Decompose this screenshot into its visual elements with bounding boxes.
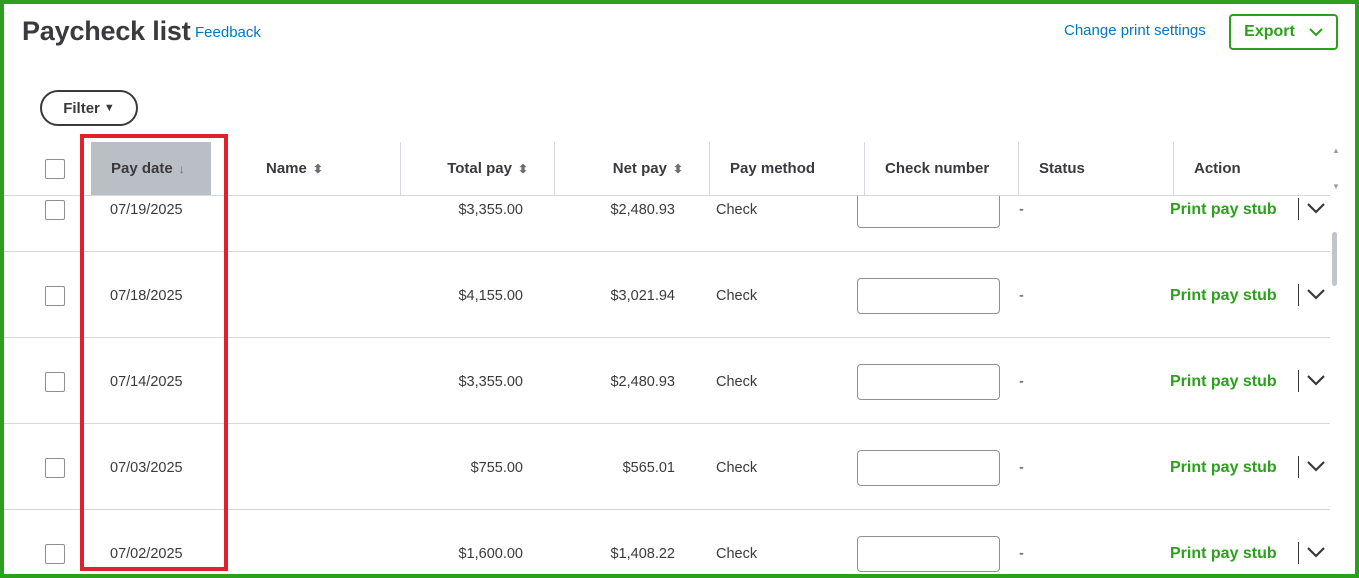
row-checkbox[interactable] [45, 372, 65, 392]
name-header-label: Name [266, 160, 307, 177]
pay-date-header-label: Pay date [111, 160, 173, 177]
pay-date-cell: 07/18/2025 [110, 288, 183, 304]
pay-method-cell: Check [716, 546, 758, 562]
export-label: Export [1244, 23, 1295, 40]
pay-method-cell: Check [716, 288, 758, 304]
sort-toggle-icon: ⬍ [517, 161, 528, 176]
chevron-down-icon[interactable] [1307, 547, 1325, 558]
total-pay-cell: $755.00 [470, 460, 523, 476]
pay-method-header-label: Pay method [730, 160, 816, 177]
status-header-label: Status [1039, 160, 1085, 177]
table-row: 07/03/2025 $755.00 $565.01 Check - Print… [0, 424, 1330, 510]
column-header-net-pay[interactable]: Net pay ⬍ [555, 142, 710, 195]
total-pay-cell: $3,355.00 [458, 374, 523, 390]
check-number-header-label: Check number [885, 160, 990, 177]
total-pay-cell: $1,600.00 [458, 546, 523, 562]
chevron-down-icon[interactable] [1307, 375, 1325, 386]
chevron-down-icon[interactable] [1307, 203, 1325, 214]
row-checkbox[interactable] [45, 286, 65, 306]
total-pay-cell: $4,155.00 [458, 288, 523, 304]
net-pay-header-label: Net pay [612, 160, 667, 177]
row-checkbox[interactable] [45, 200, 65, 220]
table-row: 07/02/2025 $1,600.00 $1,408.22 Check - P… [0, 510, 1330, 578]
net-pay-cell: $2,480.93 [610, 374, 675, 390]
print-pay-stub-link[interactable]: Print pay stub [1170, 459, 1277, 477]
table-row: 07/19/2025 $3,355.00 $2,480.93 Check - P… [0, 196, 1330, 252]
net-pay-cell: $2,480.93 [610, 202, 675, 218]
status-cell: - [1019, 288, 1024, 304]
table-row: 07/14/2025 $3,355.00 $2,480.93 Check - P… [0, 338, 1330, 424]
scroll-up-icon[interactable]: ▲ [1330, 146, 1342, 155]
status-cell: - [1019, 202, 1024, 218]
total-pay-cell: $3,355.00 [458, 202, 523, 218]
pay-date-cell: 07/19/2025 [110, 202, 183, 218]
pay-date-cell: 07/02/2025 [110, 546, 183, 562]
net-pay-cell: $1,408.22 [610, 546, 675, 562]
filter-label: Filter [63, 99, 100, 117]
check-number-input[interactable] [857, 278, 1000, 314]
page-title: Paycheck list [22, 16, 191, 46]
table-header: Pay date ↓ Name ⬍ Total pay ⬍ Net pay ⬍ … [0, 142, 1330, 196]
check-number-input[interactable] [857, 536, 1000, 572]
total-pay-header-label: Total pay [447, 160, 512, 177]
column-header-total-pay[interactable]: Total pay ⬍ [401, 142, 555, 195]
pay-date-cell: 07/14/2025 [110, 374, 183, 390]
sort-descending-icon: ↓ [178, 161, 185, 176]
table-scrollbar[interactable]: ▲ ▼ [1330, 142, 1342, 578]
check-number-input[interactable] [857, 364, 1000, 400]
pay-date-cell: 07/03/2025 [110, 460, 183, 476]
column-header-name[interactable]: Name ⬍ [246, 142, 401, 195]
feedback-link[interactable]: Feedback [195, 24, 261, 41]
pay-method-cell: Check [716, 202, 758, 218]
row-checkbox[interactable] [45, 544, 65, 564]
check-number-input[interactable] [857, 450, 1000, 486]
caret-down-icon: ▼ [103, 102, 115, 114]
action-divider [1298, 370, 1299, 392]
action-divider [1298, 198, 1299, 220]
select-all-checkbox[interactable] [45, 158, 65, 179]
print-pay-stub-link[interactable]: Print pay stub [1170, 201, 1277, 219]
table-body: 07/19/2025 $3,355.00 $2,480.93 Check - P… [0, 196, 1330, 578]
column-header-action: Action [1174, 142, 1330, 195]
net-pay-cell: $3,021.94 [610, 288, 675, 304]
chevron-down-icon[interactable] [1307, 461, 1325, 472]
chevron-down-icon[interactable] [1307, 289, 1325, 300]
filter-button[interactable]: Filter ▼ [40, 90, 138, 126]
action-divider [1298, 456, 1299, 478]
row-checkbox[interactable] [45, 458, 65, 478]
action-divider [1298, 284, 1299, 306]
chevron-down-icon [1309, 27, 1323, 36]
column-header-pay-date[interactable]: Pay date ↓ [91, 142, 211, 195]
print-pay-stub-link[interactable]: Print pay stub [1170, 287, 1277, 305]
pay-method-cell: Check [716, 374, 758, 390]
status-cell: - [1019, 460, 1024, 476]
column-header-check-number: Check number [865, 142, 1019, 195]
export-button[interactable]: Export [1229, 14, 1338, 50]
sort-toggle-icon: ⬍ [312, 161, 323, 176]
column-header-pay-method: Pay method [710, 142, 865, 195]
change-print-settings-link[interactable]: Change print settings [1064, 22, 1206, 39]
scrollbar-thumb[interactable] [1332, 232, 1337, 286]
status-cell: - [1019, 374, 1024, 390]
scroll-down-icon[interactable]: ▼ [1330, 182, 1342, 191]
print-pay-stub-link[interactable]: Print pay stub [1170, 545, 1277, 563]
column-header-status: Status [1019, 142, 1174, 195]
table-row: 07/18/2025 $4,155.00 $3,021.94 Check - P… [0, 252, 1330, 338]
action-divider [1298, 542, 1299, 564]
select-all-cell [45, 142, 75, 195]
check-number-input[interactable] [857, 196, 1000, 228]
pay-method-cell: Check [716, 460, 758, 476]
action-header-label: Action [1194, 160, 1241, 177]
status-cell: - [1019, 546, 1024, 562]
print-pay-stub-link[interactable]: Print pay stub [1170, 373, 1277, 391]
sort-toggle-icon: ⬍ [672, 161, 683, 176]
net-pay-cell: $565.01 [622, 460, 675, 476]
